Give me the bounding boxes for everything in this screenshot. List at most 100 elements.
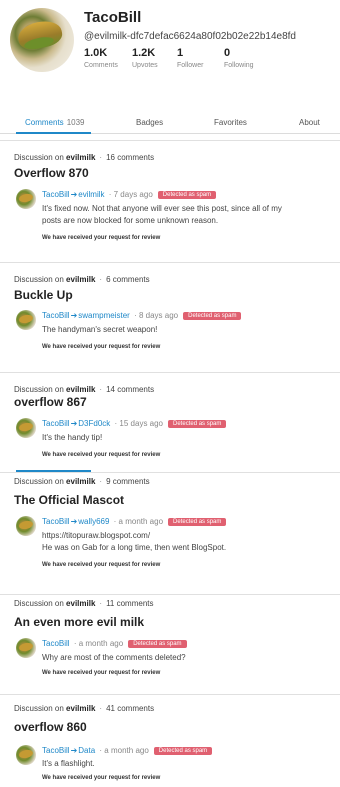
author-link[interactable]: TacoBill	[42, 517, 70, 526]
stat-label: Upvotes	[132, 62, 158, 69]
comment-count: 9 comments	[106, 477, 150, 486]
author-link[interactable]: TacoBill	[42, 746, 70, 755]
comment-author-line: TacoBill➔Data · a month ago Detected as s…	[42, 746, 213, 755]
comment-link[interactable]: https://titopuraw.blogspot.com/	[42, 530, 340, 542]
reply-arrow-icon: ➔	[70, 311, 78, 320]
tab-label: Comments	[25, 118, 64, 127]
comment-text-line: It's fixed now. Not that anyone will eve…	[42, 204, 282, 213]
reply-to-link[interactable]: Data	[78, 746, 95, 755]
comment-body: It's a flashlight.	[42, 758, 340, 770]
author-link[interactable]: TacoBill	[42, 311, 70, 320]
active-tab-indicator	[16, 132, 91, 134]
avatar[interactable]	[16, 189, 36, 209]
tab-comments[interactable]: Comments 1039	[25, 118, 84, 127]
community-link[interactable]: evilmilk	[66, 385, 95, 394]
stat-followers[interactable]: 1 Follower	[177, 47, 224, 69]
comment-card: Discussion on evilmilk · 16 comments Overf…	[0, 140, 340, 262]
post-title[interactable]: Overflow 870	[14, 166, 89, 180]
stat-value: 1.0K	[84, 47, 108, 59]
discussion-prefix: Discussion on	[14, 275, 64, 284]
comment-author-line: TacoBill➔swampmeister · 8 days ago Detect…	[42, 311, 242, 320]
comment-card: Discussion on evilmilk · 11 comments An ev…	[0, 594, 340, 694]
stat-comments[interactable]: 1.0K Comments	[84, 47, 132, 69]
discussion-prefix: Discussion on	[14, 704, 64, 713]
reply-arrow-icon: ➔	[70, 746, 78, 755]
stat-value: 1.2K	[132, 47, 156, 59]
comment-time: · 15 days ago	[114, 419, 164, 428]
comment-author-line: TacoBill · a month ago Detected as spam	[42, 639, 187, 648]
discussion-prefix: Discussion on	[14, 599, 64, 608]
profile-stats: 1.0K Comments 1.2K Upvotes 1 Follower 0 …	[84, 47, 272, 69]
reply-to-link[interactable]: evilmilk	[78, 190, 104, 199]
tab-badges[interactable]: Badges	[136, 118, 163, 127]
post-title[interactable]: The Official Mascot	[14, 493, 124, 507]
community-link[interactable]: evilmilk	[66, 275, 95, 284]
spam-badge: Detected as spam	[157, 191, 217, 199]
tab-count: 1039	[66, 118, 85, 127]
stat-label: Following	[224, 62, 254, 69]
comment-time: · 7 days ago	[108, 190, 153, 199]
stat-label: Follower	[177, 62, 204, 69]
comment-time: · a month ago	[113, 517, 164, 526]
avatar[interactable]	[16, 310, 36, 330]
spam-badge: Detected as spam	[183, 312, 242, 320]
avatar[interactable]	[16, 745, 36, 765]
review-notice: We have received your request for review	[42, 235, 161, 241]
discussion-meta: Discussion on evilmilk · 11 comments	[14, 599, 154, 608]
comment-count: 6 comments	[106, 275, 150, 284]
review-notice: We have received your request for review	[42, 344, 161, 350]
stat-following[interactable]: 0 Following	[224, 47, 272, 69]
stat-upvotes[interactable]: 1.2K Upvotes	[132, 47, 177, 69]
reply-arrow-icon: ➔	[70, 517, 78, 526]
community-link[interactable]: evilmilk	[66, 153, 95, 162]
discussion-meta: Discussion on evilmilk · 9 comments	[14, 477, 150, 486]
comment-author-line: TacoBill➔wally669 · a month ago Detected …	[42, 517, 227, 526]
review-notice: We have received your request for review	[42, 562, 161, 568]
comment-card: Discussion on evilmilk · 6 comments Buckle…	[0, 262, 340, 372]
discussion-meta: Discussion on evilmilk · 41 comments	[14, 704, 155, 713]
post-title[interactable]: overflow 860	[14, 720, 87, 734]
comment-time: · 8 days ago	[134, 311, 179, 320]
discussion-meta: Discussion on evilmilk · 14 comments	[14, 385, 155, 394]
author-link[interactable]: TacoBill	[42, 419, 70, 428]
comment-body: https://titopuraw.blogspot.com/ He was o…	[42, 530, 340, 554]
profile-header: TacoBill @evilmilk-dfc7defac6624a80f02b0…	[0, 0, 340, 112]
reply-to-link[interactable]: swampmeister	[78, 311, 130, 320]
discussion-prefix: Discussion on	[14, 477, 64, 486]
comment-count: 16 comments	[106, 153, 155, 162]
discussion-prefix: Discussion on	[14, 153, 64, 162]
reply-arrow-icon: ➔	[70, 190, 78, 199]
post-title[interactable]: overflow 867	[14, 395, 87, 409]
tab-favorites[interactable]: Favorites	[214, 118, 247, 127]
author-link[interactable]: TacoBill	[42, 639, 70, 648]
discussion-meta: Discussion on evilmilk · 16 comments	[14, 153, 155, 162]
community-link[interactable]: evilmilk	[66, 599, 95, 608]
comment-text-line: posts are now blocked for some unknown r…	[42, 216, 219, 225]
comment-text-line: He was on Gab for a long time, then went…	[42, 543, 227, 552]
spam-badge: Detected as spam	[168, 420, 227, 428]
avatar[interactable]	[16, 516, 36, 536]
author-link[interactable]: TacoBill	[42, 190, 70, 199]
comment-time: · a month ago	[73, 639, 124, 648]
avatar[interactable]	[10, 8, 74, 72]
avatar[interactable]	[16, 418, 36, 438]
post-title[interactable]: Buckle Up	[14, 288, 73, 302]
community-link[interactable]: evilmilk	[66, 477, 95, 486]
reply-to-link[interactable]: wally669	[78, 517, 109, 526]
stat-label: Comments	[84, 62, 118, 69]
comment-card: Discussion on evilmilk · 14 comments overf…	[0, 372, 340, 472]
comment-count: 14 comments	[106, 385, 155, 394]
comment-card: Discussion on evilmilk · 41 comments overf…	[0, 694, 340, 787]
comment-body: The handyman's secret weapon!	[42, 324, 340, 336]
reply-to-link[interactable]: D3Fd0ck	[78, 419, 110, 428]
post-title[interactable]: An even more evil milk	[14, 615, 144, 629]
comment-text-line: It's the handy tip!	[42, 433, 103, 442]
community-link[interactable]: evilmilk	[66, 704, 95, 713]
comment-count: 41 comments	[106, 704, 155, 713]
comment-author-line: TacoBill➔D3Fd0ck · 15 days ago Detected a…	[42, 419, 227, 428]
tab-about[interactable]: About	[299, 118, 320, 127]
comment-body: It's the handy tip!	[42, 432, 340, 444]
avatar[interactable]	[16, 638, 36, 658]
comment-text-line: The handyman's secret weapon!	[42, 325, 158, 334]
username: TacoBill	[84, 9, 142, 26]
